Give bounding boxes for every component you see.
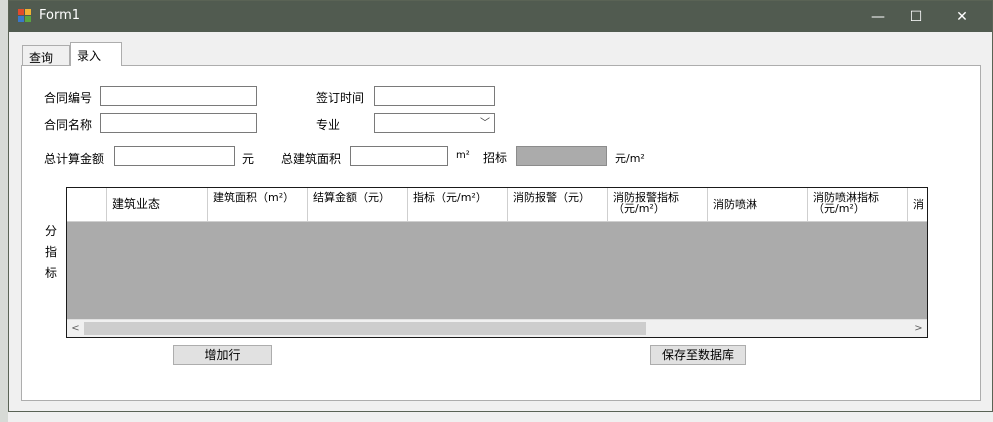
sign-time-input[interactable]	[374, 86, 495, 106]
add-row-button[interactable]: 增加行	[173, 345, 272, 365]
contract-name-label: 合同名称	[44, 118, 93, 132]
sub-index-char-3: 标	[44, 266, 57, 280]
app-icon	[18, 9, 32, 23]
total-area-label: 总建筑面积	[281, 152, 342, 166]
title-bar[interactable]: Form1 — ☐ ✕	[9, 1, 992, 32]
grid-header: 建筑业态 建筑面积（m²） 结算金额（元） 指标（元/m²） 消防报警（元） 消…	[67, 188, 927, 222]
col-header-settlement-amount[interactable]: 结算金额（元）	[308, 188, 408, 221]
row-header-corner	[67, 188, 107, 221]
background-window-edge	[0, 0, 8, 422]
chevron-down-icon: ﹀	[480, 118, 490, 129]
data-grid[interactable]: 建筑业态 建筑面积（m²） 结算金额（元） 指标（元/m²） 消防报警（元） 消…	[66, 187, 928, 338]
col-header-sprinkler-index[interactable]: 消防喷淋指标（元/m²）	[808, 188, 908, 221]
col-header-building-type[interactable]: 建筑业态	[107, 188, 208, 221]
major-select[interactable]: ﹀	[374, 113, 495, 133]
horizontal-scrollbar[interactable]: < >	[67, 319, 927, 337]
sign-time-label: 签订时间	[316, 91, 365, 105]
total-area-input[interactable]	[350, 146, 448, 166]
sub-index-char-2: 指	[44, 245, 57, 259]
save-to-database-button[interactable]: 保存至数据库	[650, 345, 746, 365]
scroll-right-icon[interactable]: >	[910, 320, 927, 337]
col-header-fire-alarm[interactable]: 消防报警（元）	[508, 188, 608, 221]
total-amount-input[interactable]	[114, 146, 235, 166]
main-window: Form1 — ☐ ✕ 查询 录入 合同编号 签订时间 合同名称 专业 ﹀ 总计…	[8, 0, 993, 412]
bid-label: 招标	[483, 151, 508, 165]
bid-unit: 元/m²	[615, 152, 645, 165]
col-header-more[interactable]: 消	[908, 188, 927, 221]
scrollbar-thumb[interactable]	[84, 322, 646, 335]
total-amount-unit: 元	[242, 152, 255, 166]
contract-no-input[interactable]	[100, 86, 257, 106]
col-header-fire-alarm-index[interactable]: 消防报警指标（元/m²）	[608, 188, 708, 221]
col-header-index[interactable]: 指标（元/m²）	[408, 188, 508, 221]
sub-index-char-1: 分	[44, 224, 57, 238]
bid-input	[516, 146, 607, 166]
tab-entry[interactable]: 录入	[70, 42, 122, 66]
tab-query[interactable]: 查询	[22, 45, 70, 65]
total-area-unit: m²	[456, 150, 470, 161]
maximize-button[interactable]: ☐	[893, 1, 939, 32]
contract-name-input[interactable]	[100, 113, 257, 133]
sub-index-label: 分 指 标	[44, 221, 58, 284]
col-header-sprinkler[interactable]: 消防喷淋	[708, 188, 808, 221]
major-label: 专业	[316, 118, 341, 132]
contract-no-label: 合同编号	[44, 91, 93, 105]
scroll-left-icon[interactable]: <	[67, 320, 84, 337]
window-title: Form1	[39, 8, 81, 23]
close-button[interactable]: ✕	[939, 1, 985, 32]
total-amount-label: 总计算金额	[44, 152, 105, 166]
col-header-building-area[interactable]: 建筑面积（m²）	[208, 188, 308, 221]
